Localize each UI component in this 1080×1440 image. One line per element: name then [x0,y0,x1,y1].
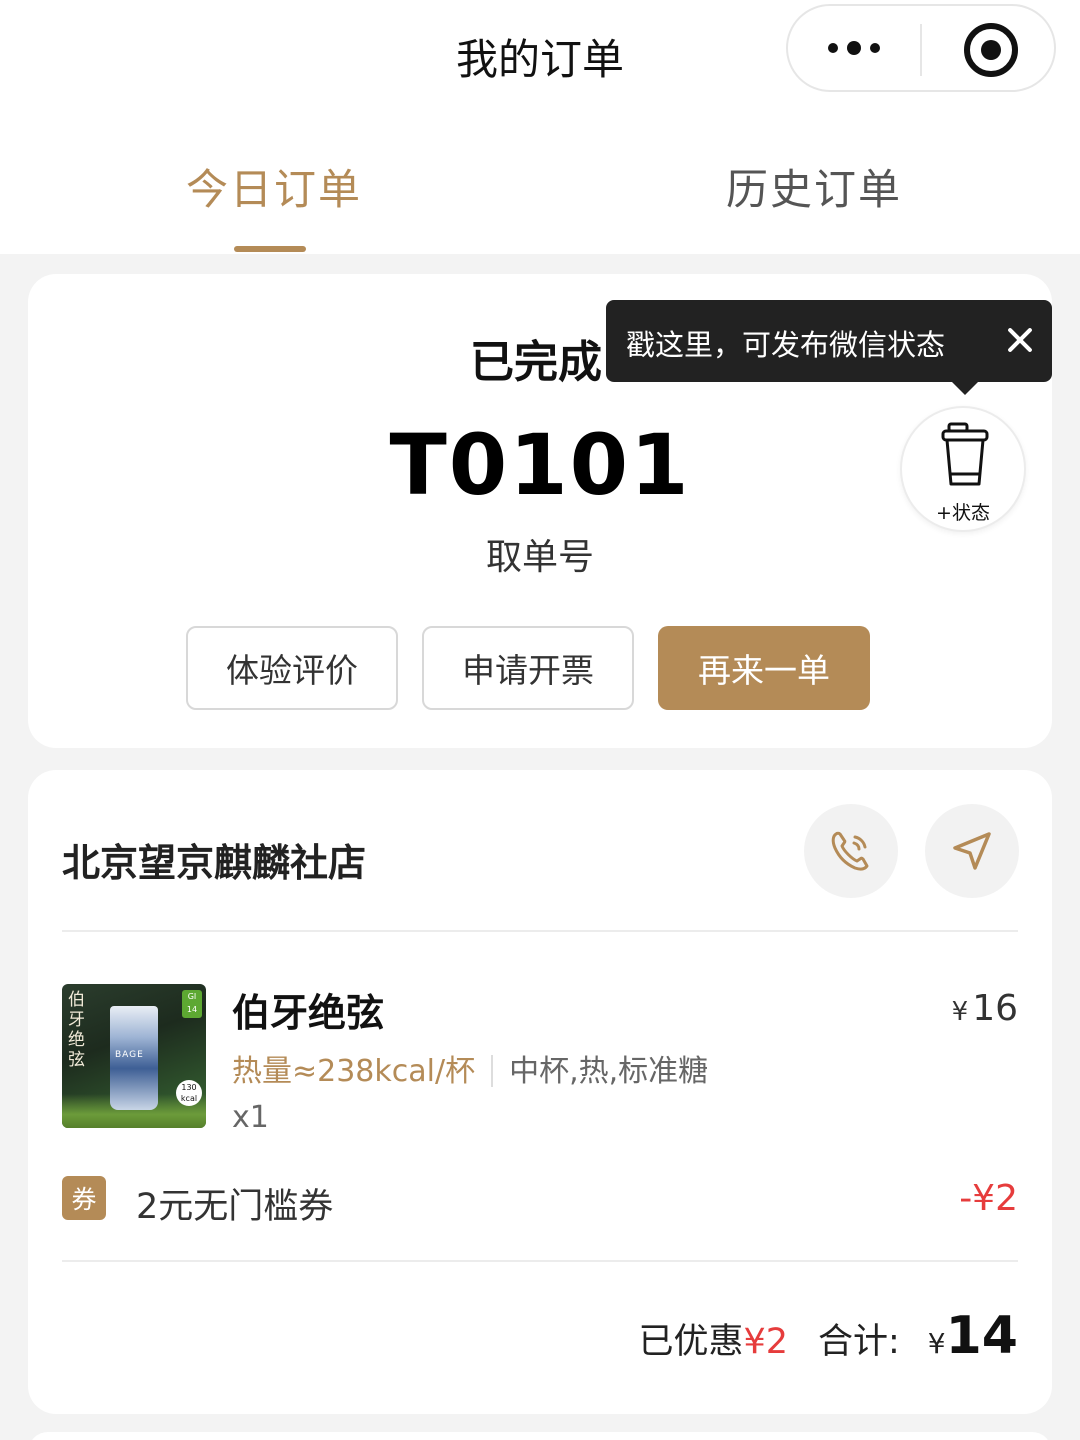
store-divider [62,930,1018,932]
post-status-button[interactable]: +状态 [900,406,1026,532]
cup-icon [941,422,989,486]
product-calories: 热量≈238kcal/杯 [232,1054,476,1089]
more-options-icon[interactable] [824,26,884,70]
total-amount: 14 [945,1306,1018,1366]
store-name: 北京望京麒麟社店 [62,841,367,885]
order-summary: 已优惠¥2 合计: ¥14 [638,1306,1018,1366]
phone-icon [831,831,869,871]
tooltip-text: 戳这里，可发布微信状态 [626,328,946,362]
discount-amount: ¥2 [743,1322,788,1362]
coupon-name: 2元无门槛券 [136,1187,334,1227]
summary-divider [62,1260,1018,1262]
review-button[interactable]: 体验评价 [186,626,398,710]
next-card [28,1432,1052,1440]
tooltip-arrow [952,382,978,395]
product-spec: 中杯,热,标准糖 [509,1054,709,1089]
product-name: 伯牙绝弦 [232,991,385,1035]
tab-today-orders[interactable]: 今日订单 [186,156,362,217]
tab-history-orders[interactable]: 历史订单 [726,156,902,217]
close-icon[interactable] [996,316,1044,364]
product-image: BAGE 伯牙绝弦 GI 14 130 kcal [62,984,206,1128]
post-status-label: +状态 [936,502,990,524]
invoice-button[interactable]: 申请开票 [422,626,634,710]
active-tab-indicator [234,246,306,252]
order-status: 已完成 [470,337,602,388]
order-detail-card: 北京望京麒麟社店 BAGE 伯牙绝弦 GI 14 130 kcal 伯牙绝弦 ¥16… [28,770,1052,1414]
navigate-store-button[interactable] [925,804,1019,898]
navigation-bar: 我的订单 [0,0,1080,110]
coupon-amount: -¥2 [959,1178,1018,1219]
pickup-number: T0101 [389,416,691,514]
discount-label: 已优惠 [638,1322,744,1362]
product-quantity: x1 [232,1100,269,1135]
wechat-status-tooltip: 戳这里，可发布微信状态 [606,300,1052,395]
reorder-button[interactable]: 再来一单 [658,626,870,710]
total-currency: ¥ [927,1327,946,1360]
product-price: ¥16 [951,988,1018,1029]
mini-program-capsule [786,4,1056,92]
pickup-number-label: 取单号 [485,537,594,578]
call-store-button[interactable] [804,804,898,898]
product-attributes: 热量≈238kcal/杯 中杯,热,标准糖 [232,1046,708,1090]
order-tabs: 今日订单 历史订单 [0,110,1080,254]
coupon-icon: 券 [62,1176,106,1220]
capsule-divider [920,24,922,76]
navigation-arrow-icon [953,832,991,870]
total-label: 合计: [818,1322,900,1362]
close-miniprogram-icon[interactable] [964,23,1018,77]
